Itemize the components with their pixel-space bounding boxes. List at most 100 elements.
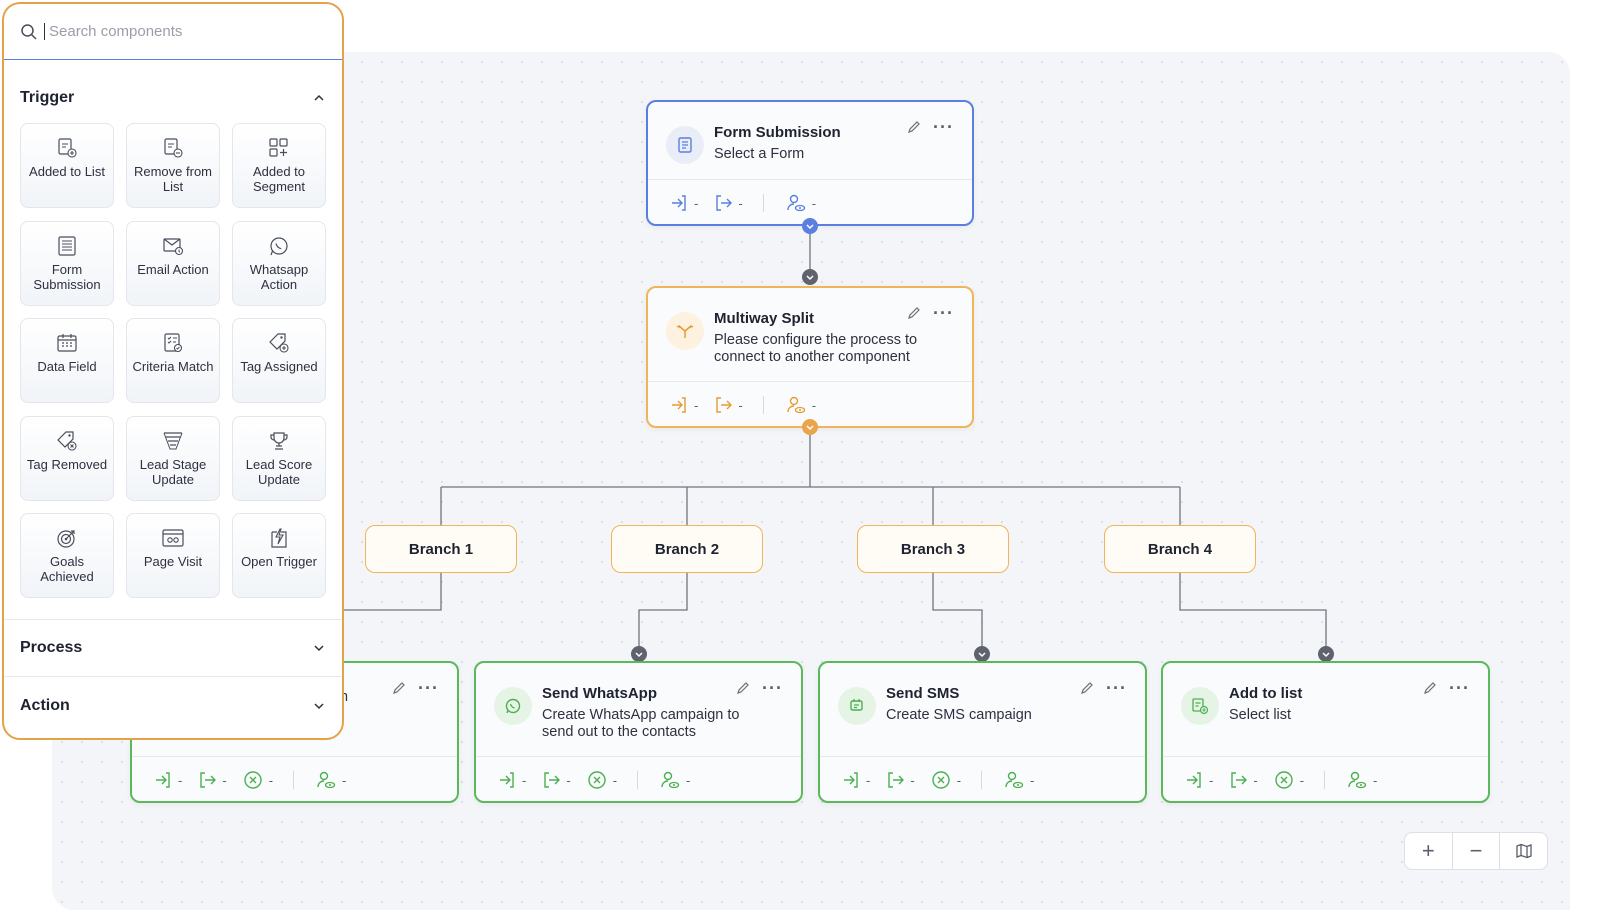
trophy-icon [270,431,288,450]
multiway-split-node[interactable]: Multiway Split Please configure the proc… [646,286,974,428]
calendar-icon [57,334,77,352]
map-icon [1516,843,1532,859]
target-icon [57,530,75,548]
output-port[interactable] [802,218,818,234]
action-section-header[interactable]: Action [4,677,342,735]
zoom-controls: + − [1404,832,1548,870]
entry-icon [1187,772,1201,788]
more-icon[interactable]: ··· [933,304,954,322]
more-icon[interactable]: ··· [1449,679,1470,697]
tile-form-submission[interactable]: Form Submission [20,220,114,306]
edit-icon[interactable] [907,120,921,134]
node-subtitle: Create WhatsApp campaign to send out to … [542,707,740,740]
components-panel: Trigger Added to List Remove from List A… [2,2,344,740]
exit-icon [544,772,561,788]
tag-remove-icon [57,430,77,451]
entry-icon [672,195,686,211]
entry-icon [500,772,514,788]
contact-view-icon [1005,771,1024,789]
cancel-circle-icon [587,771,606,789]
tag-add-icon [269,333,289,353]
more-icon[interactable]: ··· [418,679,439,697]
contact-view-icon [786,396,805,414]
section-title: Process [20,639,83,656]
branch-4[interactable]: Branch 4 [1104,525,1256,573]
edit-icon[interactable] [1423,681,1437,695]
input-port[interactable] [974,646,990,662]
exit-icon [1231,772,1248,788]
minimap-button[interactable] [1500,833,1547,869]
edit-icon[interactable] [392,681,406,695]
split-icon [666,312,704,350]
list-add-icon [1181,687,1219,725]
tile-data-field[interactable]: Data Field [20,318,114,403]
whatsapp-icon [494,687,532,725]
tile-page-visit[interactable]: Page Visit [126,513,220,598]
node-subtitle: Select list [1229,707,1292,723]
contact-view-icon [661,771,680,789]
bolt-icon [271,528,287,548]
criteria-icon [164,333,183,353]
tile-lead-stage-update[interactable]: Lead Stage Update [126,415,220,501]
contact-view-icon [786,194,805,212]
zoom-out-button[interactable]: − [1453,833,1501,869]
cancel-circle-icon [243,771,262,789]
node-subtitle: Create SMS campaign [886,707,1032,723]
trigger-grid: Added to List Remove from List Added to … [4,123,342,598]
exit-icon [716,397,733,413]
exit-icon [716,195,733,211]
edit-icon[interactable] [1080,681,1094,695]
tile-tag-assigned[interactable]: Tag Assigned [232,318,326,403]
tile-goals-achieved[interactable]: Goals Achieved [20,513,114,598]
segment-icon [269,138,288,157]
more-icon[interactable]: ··· [933,118,954,136]
email-icon [163,237,184,255]
input-port[interactable] [1318,646,1334,662]
list-add-icon [58,138,77,158]
whatsapp-icon [270,236,288,255]
contact-view-icon [1348,771,1367,789]
form-submission-node[interactable]: Form Submission Select a Form ··· - - - [646,100,974,226]
tile-added-to-list[interactable]: Added to List [20,123,114,208]
zoom-in-button[interactable]: + [1405,833,1453,869]
list-remove-icon [164,138,183,158]
branch-3[interactable]: Branch 3 [857,525,1009,573]
tile-open-trigger[interactable]: Open Trigger [232,513,326,598]
funnel-icon [163,431,183,449]
form-icon [666,126,704,164]
tile-remove-from-list[interactable]: Remove from List [126,123,220,208]
edit-icon[interactable] [907,306,921,320]
output-port[interactable] [802,419,818,435]
search-bar [4,4,342,60]
node-subtitle: Please configure the process to connect … [714,332,918,365]
contact-view-icon [317,771,336,789]
edit-icon[interactable] [736,681,750,695]
node-subtitle: Select a Form [714,146,805,162]
more-icon[interactable]: ··· [762,679,783,697]
send-sms-node[interactable]: Send SMS Create SMS campaign ··· - - - - [818,661,1147,803]
search-input[interactable] [44,23,314,40]
tile-whatsapp-action[interactable]: Whatsapp Action [232,220,326,306]
send-whatsapp-node[interactable]: Send WhatsApp Create WhatsApp campaign t… [474,661,803,803]
exit-icon [888,772,905,788]
form-icon [58,235,76,256]
browser-icon [162,529,184,547]
process-section-header[interactable]: Process [4,620,342,676]
branch-1[interactable]: Branch 1 [365,525,517,573]
exit-icon [200,772,217,788]
trigger-section-header[interactable]: Trigger [4,76,342,120]
tile-criteria-match[interactable]: Criteria Match [126,318,220,403]
tile-added-to-segment[interactable]: Added to Segment [232,123,326,208]
chevron-down-icon [314,645,324,652]
add-to-list-node[interactable]: Add to list Select list ··· - - - - [1161,661,1490,803]
input-port[interactable] [631,646,647,662]
input-port[interactable] [802,269,818,285]
section-title: Action [20,697,70,714]
tile-email-action[interactable]: Email Action [126,220,220,306]
entry-icon [844,772,858,788]
chevron-up-icon [314,94,324,101]
tile-tag-removed[interactable]: Tag Removed [20,415,114,501]
tile-lead-score-update[interactable]: Lead Score Update [232,415,326,501]
branch-2[interactable]: Branch 2 [611,525,763,573]
more-icon[interactable]: ··· [1106,679,1127,697]
